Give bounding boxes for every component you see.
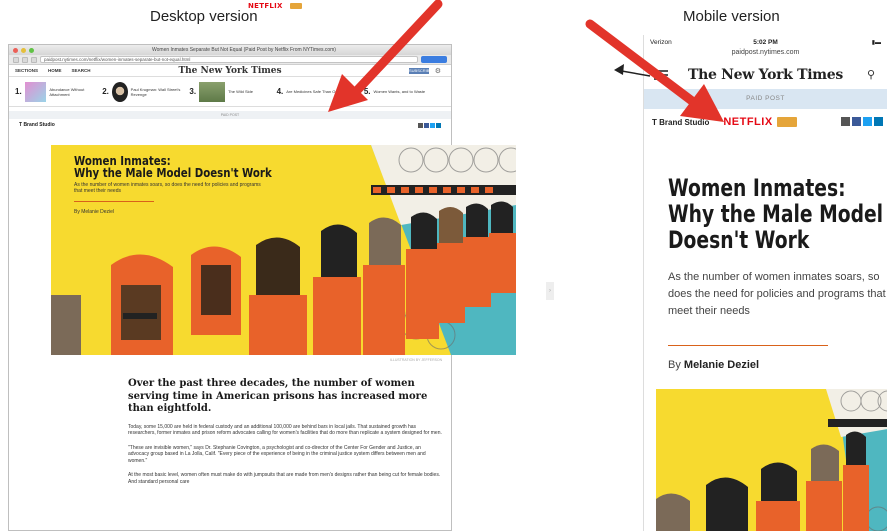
hero-subtitle: As the number of women inmates soars, so…: [74, 182, 261, 194]
zoom-window-icon[interactable]: [29, 47, 34, 53]
desktop-pointer-arrow-icon: [328, 0, 443, 112]
share-icons: [418, 122, 441, 128]
article-body: Over the past three decades, the number …: [128, 378, 442, 486]
strip-number: 4.: [276, 87, 284, 96]
hero-illustration: Women Inmates: Why the Male Model Doesn'…: [51, 145, 516, 355]
minimize-window-icon[interactable]: [21, 47, 26, 53]
close-window-icon[interactable]: [13, 47, 18, 53]
twitter-icon[interactable]: [430, 122, 435, 128]
byline-prefix: By: [668, 359, 681, 371]
mobile-title-line: Doesn't Work: [668, 226, 810, 254]
netflix-logo[interactable]: NETFLIX: [248, 2, 283, 10]
strip-headline: The Wild Side: [228, 89, 253, 94]
sidebar-button[interactable]: [31, 56, 37, 63]
mobile-title-line: Why the Male Model: [668, 200, 884, 228]
twitter-icon[interactable]: [863, 117, 872, 126]
forward-button[interactable]: [22, 56, 28, 63]
next-arrow-icon[interactable]: ›: [546, 282, 554, 300]
article-paragraph: At the most basic level, women often mus…: [128, 472, 441, 486]
desktop-caption: Desktop version: [150, 8, 258, 25]
hero-title-line2: Why the Male Model Doesn't Work: [74, 166, 272, 180]
strip-thumbnail: [111, 81, 128, 102]
mobile-hero-illustration: [656, 389, 887, 531]
strip-item[interactable]: 2. Paul Krugman: Wall Street's Revenge: [102, 81, 183, 102]
linkedin-icon[interactable]: [436, 122, 441, 128]
strip-number: 3.: [189, 87, 197, 96]
strip-headline: Paul Krugman: Wall Street's Revenge: [130, 86, 181, 97]
strip-headline: Abundance Without Attachment: [49, 86, 85, 97]
mobile-divider: [668, 345, 828, 346]
article-lede: Over the past three decades, the number …: [128, 378, 428, 414]
show-logo-badge: [290, 3, 302, 9]
byline-name: Melanie Deziel: [683, 359, 760, 371]
share-icons: [841, 117, 883, 126]
show-logo-badge: [776, 117, 797, 127]
strip-number: 2.: [102, 87, 109, 96]
mobile-subtitle: As the number of women inmates soars, so…: [668, 271, 886, 317]
facebook-icon[interactable]: [852, 117, 861, 126]
hero-divider: [74, 201, 154, 202]
mobile-pointer-arrow-icon: [585, 19, 724, 122]
mobile-byline: By Melanie Deziel: [668, 359, 759, 371]
facebook-icon[interactable]: [424, 122, 429, 128]
article-paragraph: "These are invisible women," says Dr. St…: [128, 444, 426, 464]
brand-studio-logo[interactable]: T Brand Studio: [19, 122, 55, 128]
strip-item[interactable]: 3. The Wild Side: [189, 81, 270, 102]
strip-thumbnail: [24, 81, 47, 102]
email-icon[interactable]: [418, 122, 423, 128]
linkedin-icon[interactable]: [874, 117, 883, 126]
mobile-title-line: Women Inmates:: [668, 174, 846, 202]
strip-thumbnail: [199, 81, 226, 102]
hero-byline: By Melanie Deziel: [74, 209, 115, 215]
mobile-article-title: Women Inmates: Why the Male Model Doesn'…: [668, 175, 886, 253]
strip-item[interactable]: 1. Abundance Without Attachment: [15, 81, 96, 102]
mobile-hero-svg: [656, 389, 887, 531]
back-arrow-icon: [614, 64, 651, 77]
email-icon[interactable]: [841, 117, 850, 126]
hero-title: Women Inmates: Why the Male Model Doesn'…: [74, 155, 338, 179]
photo-credit: ILLUSTRATION BY JEFFERSON: [390, 358, 443, 362]
strip-number: 1.: [15, 87, 22, 96]
search-icon[interactable]: ⚲: [867, 68, 875, 81]
brand-row: T Brand Studio: [9, 119, 451, 131]
article-paragraph: Today, some 15,000 are held in federal c…: [128, 423, 442, 437]
back-button[interactable]: [13, 56, 19, 63]
